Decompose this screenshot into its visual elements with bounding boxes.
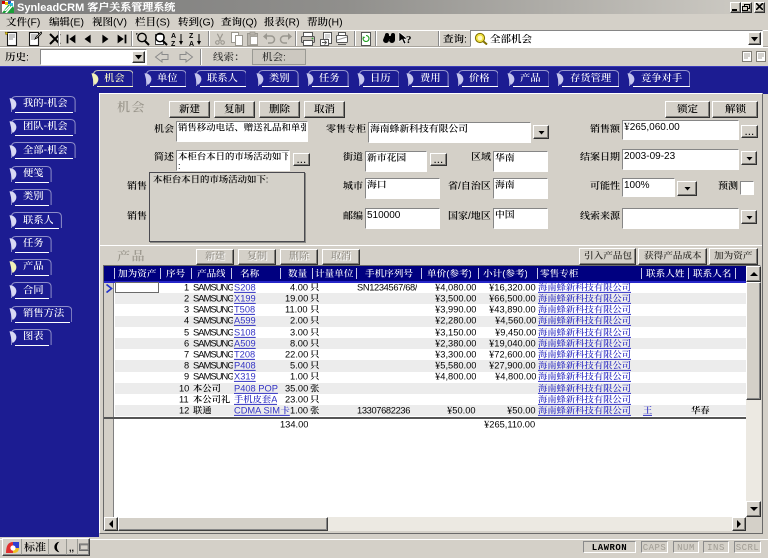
svg-text:4,080.00: 4,080.00 [440, 283, 476, 292]
svg-text:6: 6 [184, 339, 189, 348]
svg-text:11.00: 11.00 [285, 305, 308, 314]
svg-text:/: / [458, 181, 461, 192]
svg-text:2.00: 2.00 [290, 316, 308, 325]
svg-text:3: 3 [184, 305, 189, 314]
svg-text:510000: 510000 [367, 210, 400, 221]
svg-text:8.00: 8.00 [290, 339, 308, 348]
svg-text:50.00: 50.00 [513, 406, 536, 415]
svg-text:3,150.00: 3,150.00 [440, 328, 476, 337]
svg-text:P408: P408 [234, 361, 256, 370]
svg-text:72,600.00: 72,600.00 [495, 350, 536, 359]
svg-text:134.00: 134.00 [280, 420, 308, 429]
svg-text:X319: X319 [234, 372, 256, 381]
svg-text:SAMSUNG: SAMSUNG [193, 328, 234, 337]
svg-text:T208: T208 [234, 350, 255, 359]
svg-text:2003-09-23: 2003-09-23 [624, 151, 675, 162]
svg-text:CDMA SIM: CDMA SIM [234, 406, 280, 415]
svg-text:3,990.00: 3,990.00 [440, 305, 476, 314]
svg-text:9,450.00: 9,450.00 [500, 328, 536, 337]
svg-text:3,500.00: 3,500.00 [440, 294, 476, 303]
svg-text:(G): (G) [199, 17, 214, 28]
svg-text:2,280.00: 2,280.00 [440, 316, 476, 325]
svg-text:(S): (S) [156, 17, 170, 28]
svg-text:23.00: 23.00 [285, 395, 308, 404]
svg-text:5: 5 [184, 328, 189, 337]
svg-text:5,580.00: 5,580.00 [440, 361, 476, 370]
svg-text:13307682236: 13307682236 [357, 406, 410, 415]
svg-text:A599: A599 [234, 316, 256, 325]
svg-text:SAMSUNG: SAMSUNG [193, 361, 234, 370]
svg-text:SAMSUNG: SAMSUNG [193, 350, 234, 359]
svg-text:66,500.00: 66,500.00 [495, 294, 536, 303]
svg-text:SN1234567/68/: SN1234567/68/ [357, 283, 417, 292]
svg-text:5.00: 5.00 [290, 361, 308, 370]
svg-text:7: 7 [184, 350, 189, 359]
svg-text:265,110.00: 265,110.00 [489, 420, 535, 429]
svg-text::: : [26, 52, 29, 63]
svg-text:35.00: 35.00 [285, 384, 308, 393]
svg-text:19,040.00: 19,040.00 [495, 339, 536, 348]
svg-text:1.00: 1.00 [290, 406, 308, 415]
svg-text:(H): (H) [328, 17, 343, 28]
svg-text:-: - [43, 98, 46, 109]
svg-text:-: - [43, 122, 46, 133]
svg-text:4,800.00: 4,800.00 [500, 372, 536, 381]
svg-text:SAMSUNG: SAMSUNG [193, 305, 234, 314]
svg-text:1: 1 [184, 283, 189, 292]
svg-text:1.00: 1.00 [290, 372, 308, 381]
svg-text:T508: T508 [234, 305, 255, 314]
svg-text:43,890.00: 43,890.00 [495, 305, 536, 314]
svg-text:/: / [468, 211, 471, 222]
svg-text:SAMSUNG: SAMSUNG [193, 316, 234, 325]
svg-text:-: - [43, 145, 46, 156]
svg-text:(V): (V) [113, 17, 127, 28]
svg-text:(: ( [502, 269, 506, 280]
svg-text:S108: S108 [234, 328, 256, 337]
svg-text:16,320.00: 16,320.00 [495, 283, 536, 292]
svg-text:8: 8 [184, 361, 189, 370]
svg-text:3,300.00: 3,300.00 [440, 350, 476, 359]
svg-text:50.00: 50.00 [453, 406, 476, 415]
svg-text:2,380.00: 2,380.00 [440, 339, 476, 348]
svg-text:11: 11 [179, 395, 189, 404]
svg-text:22.00: 22.00 [285, 350, 308, 359]
svg-text:19.00: 19.00 [285, 294, 308, 303]
svg-text:SAMSUNG: SAMSUNG [193, 294, 234, 303]
svg-text:P408 POP: P408 POP [234, 384, 278, 393]
svg-text:): ) [468, 269, 471, 280]
svg-text::: : [283, 52, 286, 63]
svg-text:X199: X199 [234, 294, 256, 303]
svg-text:4: 4 [184, 316, 189, 325]
svg-text::: : [464, 34, 467, 45]
svg-text:4,560.00: 4,560.00 [500, 316, 536, 325]
svg-text:4.00: 4.00 [290, 283, 308, 292]
svg-text:100%: 100% [624, 180, 650, 191]
svg-text:Z: Z [189, 33, 194, 40]
svg-text:12: 12 [179, 406, 189, 415]
svg-text:(: ( [446, 269, 450, 280]
svg-text:SAMSUNG: SAMSUNG [193, 339, 234, 348]
svg-text:10: 10 [179, 384, 189, 393]
svg-text:SAMSUNG: SAMSUNG [193, 372, 234, 381]
svg-text:(F): (F) [27, 17, 40, 28]
svg-text:4,800.00: 4,800.00 [440, 372, 476, 381]
svg-text:(R): (R) [285, 17, 300, 28]
svg-text:A509: A509 [234, 339, 256, 348]
svg-text:A: A [171, 33, 176, 40]
svg-text:S208: S208 [234, 283, 256, 292]
svg-text:SynleadCRM: SynleadCRM [17, 2, 84, 14]
svg-text:9: 9 [184, 372, 189, 381]
svg-text:SAMSUNG: SAMSUNG [193, 283, 234, 292]
svg-text:A: A [271, 395, 277, 404]
svg-text:265,060.00: 265,060.00 [630, 122, 680, 133]
svg-text:): ) [524, 269, 527, 280]
svg-text:3.00: 3.00 [290, 328, 308, 337]
svg-text:(Q): (Q) [242, 17, 257, 28]
svg-text:(E): (E) [70, 17, 84, 28]
svg-text::: : [265, 175, 268, 185]
svg-text:?: ? [406, 34, 412, 46]
svg-text:27,900.00: 27,900.00 [495, 361, 536, 370]
svg-text:2: 2 [184, 294, 189, 303]
